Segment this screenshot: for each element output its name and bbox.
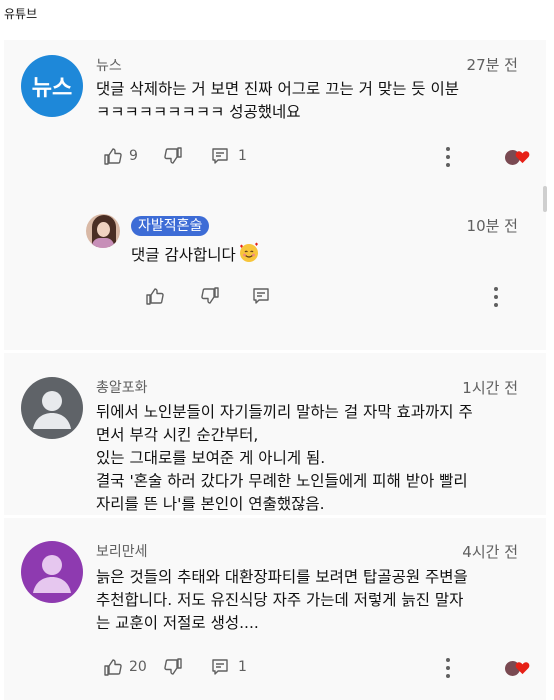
comment-author[interactable]: 보리만세 bbox=[96, 541, 148, 561]
comment-line: 뒤에서 노인분들이 자기들끼리 말하는 걸 자막 효과까지 주 bbox=[96, 403, 473, 421]
reply-button[interactable]: 1 bbox=[210, 146, 247, 166]
comment-time: 1시간 전 bbox=[462, 379, 518, 397]
comment-line: 추천합니다. 저도 유진식당 자주 가는데 저렇게 늙진 말자 bbox=[96, 591, 464, 609]
comment-line: 는 교훈이 저절로 생성.... bbox=[96, 614, 259, 632]
comment-line: 결국 '혼술 하러 갔다가 무례한 노인들에게 피해 받아 빨리 bbox=[96, 472, 468, 490]
app-label: 유튜브 bbox=[4, 7, 38, 21]
like-count: 9 bbox=[129, 148, 138, 164]
comment-text: 늙은 것들의 추태와 대환장파티를 보려면 탑골공원 주변을 추천합니다. 저도… bbox=[96, 566, 468, 635]
comment-line: 면서 부각 시킨 순간부터, bbox=[96, 426, 259, 444]
creator-badge[interactable]: 자발적혼술 bbox=[131, 216, 210, 236]
avatar[interactable] bbox=[86, 214, 120, 248]
avatar[interactable] bbox=[21, 377, 83, 439]
thumb-down-icon bbox=[163, 146, 183, 166]
reply-icon bbox=[251, 286, 271, 306]
like-button[interactable]: 20 bbox=[103, 657, 147, 677]
avatar[interactable] bbox=[21, 541, 83, 603]
scrollbar-thumb[interactable] bbox=[543, 186, 547, 212]
comment-time: 27분 전 bbox=[466, 56, 518, 74]
more-vert-icon[interactable] bbox=[493, 287, 499, 307]
thumb-down-icon bbox=[200, 286, 220, 306]
more-vert-icon[interactable] bbox=[445, 658, 451, 678]
like-count: 20 bbox=[129, 659, 147, 675]
comment-line: 댓글 삭제하는 거 보면 진짜 어그로 끄는 거 맞는 듯 이분 bbox=[96, 80, 459, 98]
dislike-button[interactable] bbox=[163, 657, 183, 677]
smiling-face-hearts-icon bbox=[238, 241, 260, 270]
comment-line: ㅋㅋㅋㅋㅋㅋㅋㅋㅋ 성공했네요 bbox=[96, 103, 301, 121]
creator-heart-icon bbox=[505, 149, 531, 165]
comment-author[interactable]: 뉴스 bbox=[96, 55, 122, 75]
comment-text: 뒤에서 노인분들이 자기들끼리 말하는 걸 자막 효과까지 주 면서 부각 시킨… bbox=[96, 401, 473, 516]
avatar[interactable]: 뉴스 bbox=[21, 55, 83, 117]
comment-text: 댓글 감사합니다 bbox=[131, 241, 260, 270]
comment-line: 댓글 감사합니다 bbox=[131, 246, 236, 264]
default-user-icon bbox=[33, 391, 71, 429]
reply-icon bbox=[210, 146, 230, 166]
dislike-button[interactable] bbox=[163, 146, 183, 166]
comment-time: 10분 전 bbox=[466, 217, 518, 235]
reply-count: 1 bbox=[238, 148, 247, 164]
avatar-logo-text: 뉴스 bbox=[31, 76, 73, 101]
thumb-up-icon bbox=[103, 146, 123, 166]
comment-author[interactable]: 총알포화 bbox=[96, 377, 148, 397]
like-button[interactable]: 9 bbox=[103, 146, 138, 166]
comment-text: 댓글 삭제하는 거 보면 진짜 어그로 끄는 거 맞는 듯 이분 ㅋㅋㅋㅋㅋㅋㅋ… bbox=[96, 78, 459, 124]
comment-line: 늙은 것들의 추태와 대환장파티를 보려면 탑골공원 주변을 bbox=[96, 568, 468, 586]
default-user-icon bbox=[33, 555, 71, 593]
reply-icon bbox=[210, 657, 230, 677]
reply-count: 1 bbox=[238, 659, 247, 675]
thumb-up-icon bbox=[103, 657, 123, 677]
comment-line: 자리를 뜬 나'를 본인이 연출했잖음. bbox=[96, 495, 325, 513]
like-button[interactable] bbox=[145, 286, 165, 306]
comment-line: 있는 그대로를 보여준 게 아니게 됨. bbox=[96, 449, 326, 467]
top-bar: 유튜브 bbox=[0, 0, 554, 30]
reply-button[interactable]: 1 bbox=[210, 657, 247, 677]
more-vert-icon[interactable] bbox=[445, 147, 451, 167]
thumb-down-icon bbox=[163, 657, 183, 677]
comment-time: 4시간 전 bbox=[462, 543, 518, 561]
dislike-button[interactable] bbox=[200, 286, 220, 306]
thumb-up-icon bbox=[145, 286, 165, 306]
reply-button[interactable] bbox=[251, 286, 271, 306]
creator-heart-icon bbox=[505, 660, 531, 676]
